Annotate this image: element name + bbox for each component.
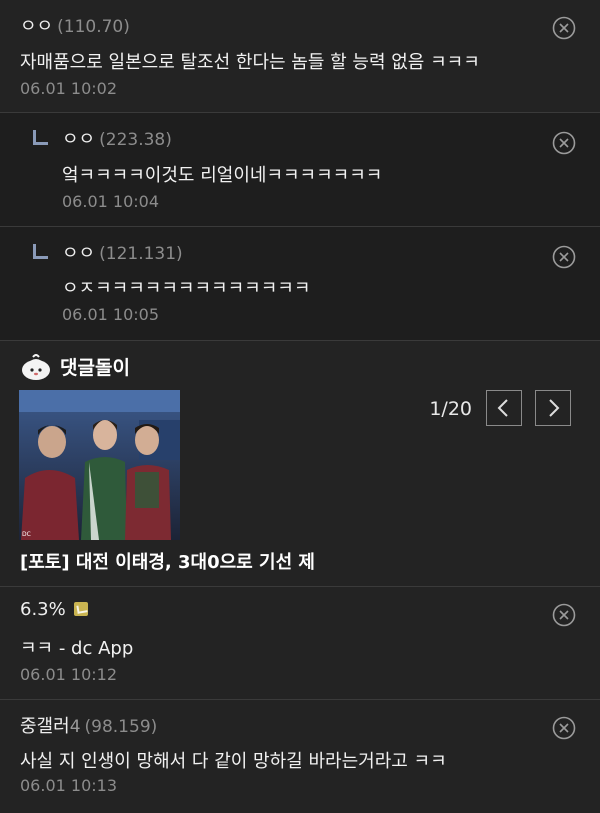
comment-time: 06.01 10:12 <box>20 665 117 684</box>
comment-item: 중갤러4 (98.159) 사실 지 인생이 망해서 다 같이 망하길 바라는거라… <box>0 700 600 813</box>
reply-arrow-icon <box>33 244 48 259</box>
ip-address: (223.38) <box>99 130 172 150</box>
comment-item: ㅇㅇ (110.70) 자매품으로 일본으로 탈조선 한다는 놈들 할 능력 없음… <box>0 0 600 113</box>
comment-author[interactable]: ㅇㅇ (121.131) <box>62 239 183 265</box>
close-circle-icon[interactable] <box>552 603 576 627</box>
user-level: 4 <box>69 717 81 737</box>
chevron-left-icon <box>497 399 508 417</box>
close-circle-icon[interactable] <box>552 716 576 740</box>
comment-text: 사실 지 인생이 망해서 다 같이 망하길 바라는거라고 ㅋㅋ <box>20 751 447 772</box>
reply-comment-item: ㅇㅇ (223.38) 엌ㅋㅋㅋㅋ이것도 리얼이네ㅋㅋㅋㅋㅋㅋㅋ 06.01 10… <box>0 113 600 227</box>
section-title: 댓글돌이 <box>60 357 130 379</box>
nickname[interactable]: ㅇㅇ <box>20 16 53 37</box>
comment-text: ㅋㅋ - dc App <box>20 638 134 659</box>
chevron-right-icon <box>549 399 560 417</box>
next-button[interactable] <box>535 390 571 426</box>
close-circle-icon[interactable] <box>552 131 576 155</box>
prev-button[interactable] <box>486 390 522 426</box>
comment-text: 자매품으로 일본으로 탈조선 한다는 놈들 할 능력 없음 ㅋㅋㅋ <box>20 52 480 73</box>
reply-comment-item: ㅇㅇ (121.131) ㅇㅈㅋㅋㅋㅋㅋㅋㅋㅋㅋㅋㅋㅋㅋ 06.01 10:05 <box>0 227 600 341</box>
nickname[interactable]: 6.3% <box>20 599 66 620</box>
comment-time: 06.01 10:04 <box>62 192 159 211</box>
ip-address: (121.131) <box>99 244 183 264</box>
close-circle-icon[interactable] <box>552 245 576 269</box>
nickname[interactable]: ㅇㅇ <box>62 129 95 150</box>
comment-text: 엌ㅋㅋㅋㅋ이것도 리얼이네ㅋㅋㅋㅋㅋㅋㅋ <box>62 165 383 186</box>
news-title-link[interactable]: [포토] 대전 이태경, 3대0으로 기선 제 <box>20 548 315 574</box>
comment-text: ㅇㅈㅋㅋㅋㅋㅋㅋㅋㅋㅋㅋㅋㅋㅋ <box>62 278 311 299</box>
comment-author[interactable]: 6.3% <box>20 599 88 620</box>
comment-item: 6.3% ㅋㅋ - dc App 06.01 10:12 <box>0 587 600 700</box>
comment-time: 06.01 10:02 <box>20 79 117 98</box>
dcinside-mascot-icon <box>22 354 50 380</box>
close-circle-icon[interactable] <box>552 16 576 40</box>
ip-address: (98.159) <box>84 717 158 737</box>
nickname[interactable]: 중갤러 <box>20 716 70 737</box>
thumb-watermark: DC <box>22 531 31 538</box>
page-indicator: 1/20 <box>429 398 472 420</box>
related-news-section: 댓글돌이 DC 1/20 [포토] 대전 이태경, 3대0으로 기선 제 <box>0 341 600 587</box>
comment-time: 06.01 10:13 <box>20 776 117 795</box>
comment-author[interactable]: ㅇㅇ (223.38) <box>62 125 172 151</box>
comment-author[interactable]: ㅇㅇ (110.70) <box>20 12 130 38</box>
comment-time: 06.01 10:05 <box>62 305 159 324</box>
member-badge-icon <box>73 602 88 616</box>
reply-arrow-icon <box>33 130 48 145</box>
nickname[interactable]: ㅇㅇ <box>62 243 95 264</box>
comment-author[interactable]: 중갤러4 (98.159) <box>20 712 157 738</box>
news-thumbnail[interactable]: DC <box>19 390 180 540</box>
ip-address: (110.70) <box>57 17 130 37</box>
